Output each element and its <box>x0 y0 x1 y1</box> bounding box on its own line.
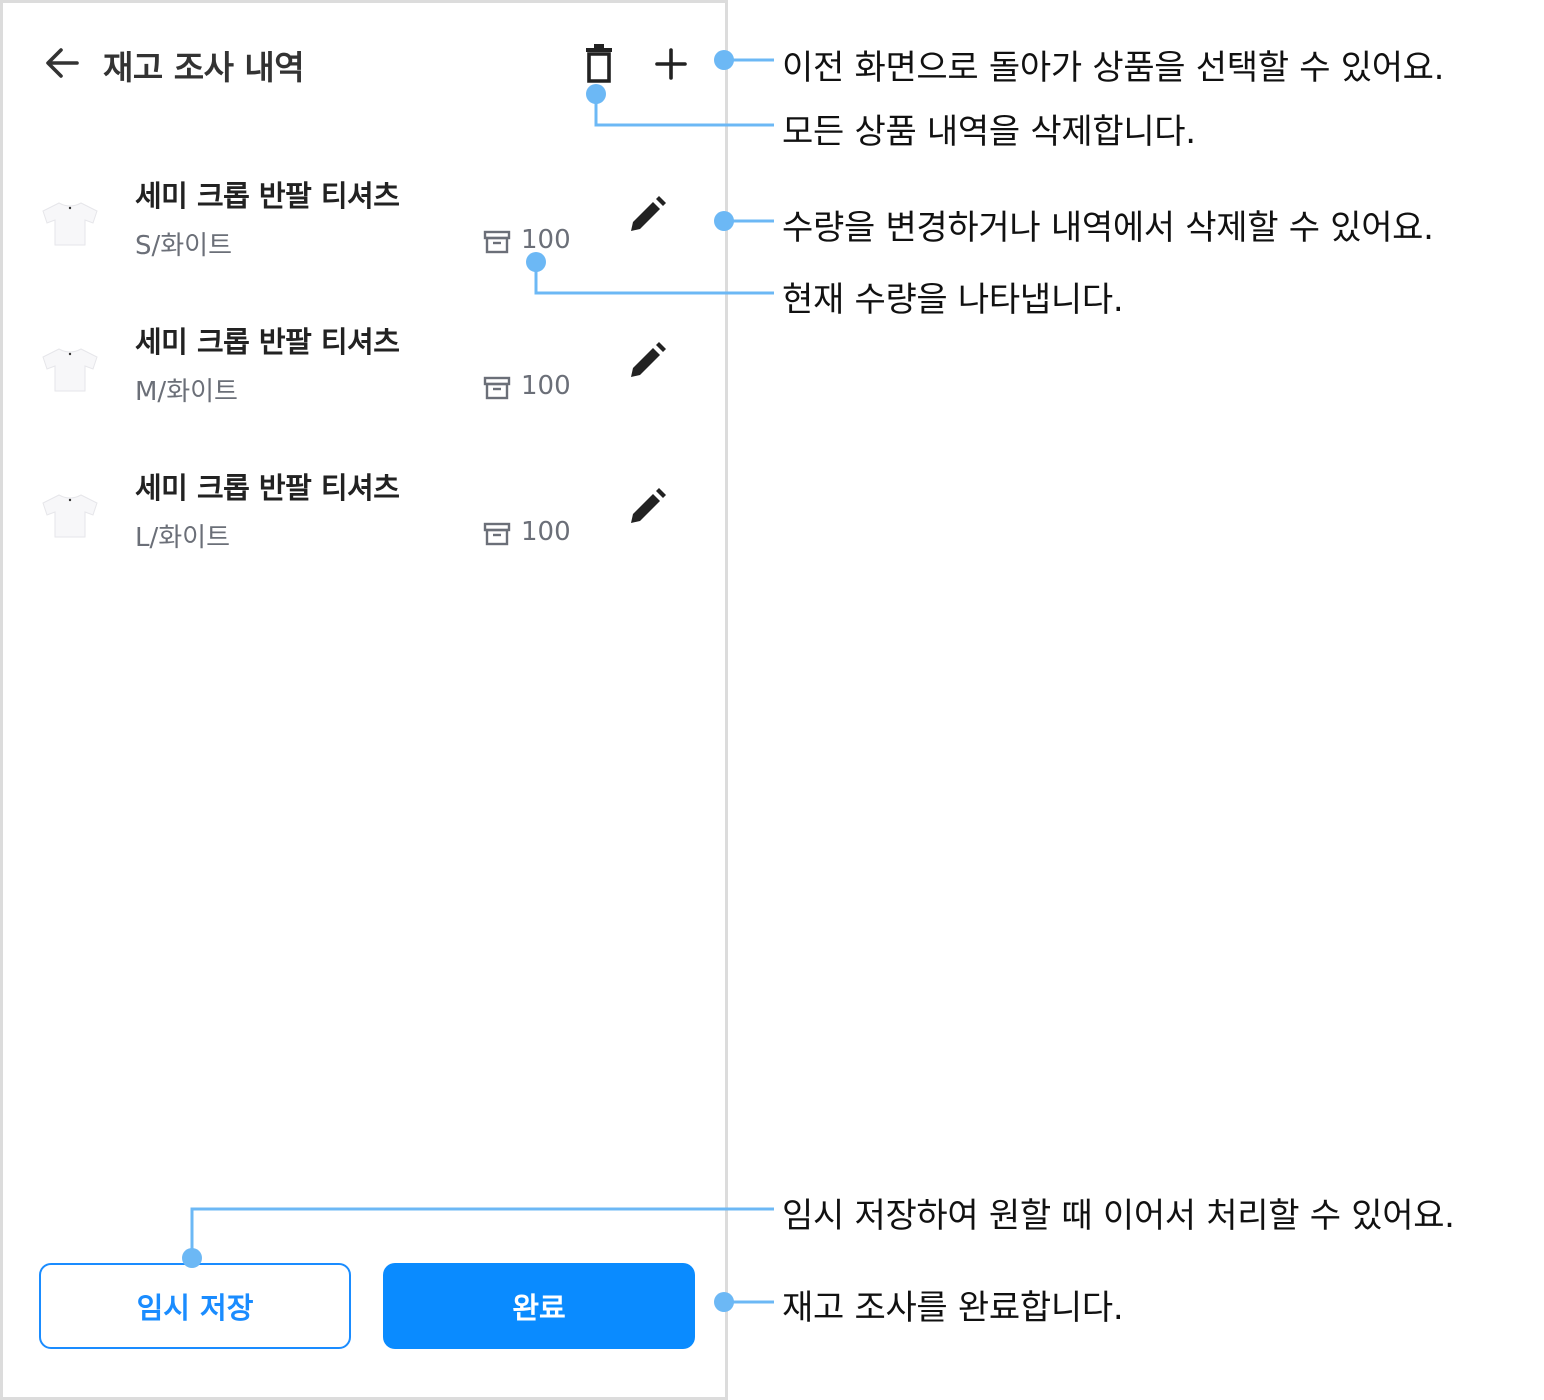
archive-box-icon <box>483 376 511 400</box>
note-quantity: 현재 수량을 나타냅니다. <box>782 280 1124 320</box>
top-app-bar: 재고 조사 내역 <box>3 3 725 123</box>
note-draft: 임시 저장하여 원할 때 이어서 처리할 수 있어요. <box>782 1196 1455 1236</box>
item-name: 세미 크롭 반팔 티셔츠 <box>135 325 400 359</box>
list-item[interactable]: 세미 크롭 반팔 티셔츠 S/화이트 100 <box>3 173 725 293</box>
tshirt-thumbnail <box>42 494 98 538</box>
arrow-left-icon <box>46 48 79 78</box>
list-item[interactable]: 세미 크롭 반팔 티셔츠 L/화이트 100 <box>3 465 725 585</box>
pencil-icon <box>631 342 666 377</box>
item-name: 세미 크롭 반팔 티셔츠 <box>135 179 400 213</box>
pencil-icon <box>631 488 666 523</box>
page-title: 재고 조사 내역 <box>103 48 305 87</box>
edit-button[interactable] <box>625 339 669 383</box>
delete-all-button[interactable] <box>581 43 617 85</box>
archive-box-icon <box>483 522 511 546</box>
plus-icon <box>655 48 687 80</box>
item-quantity: 100 <box>521 517 571 547</box>
add-item-button[interactable] <box>653 46 689 82</box>
note-edit: 수량을 변경하거나 내역에서 삭제할 수 있어요. <box>782 208 1434 248</box>
save-draft-button[interactable]: 임시 저장 <box>39 1263 351 1349</box>
item-quantity: 100 <box>521 371 571 401</box>
item-quantity: 100 <box>521 225 571 255</box>
tshirt-thumbnail <box>42 202 98 246</box>
pencil-icon <box>631 196 666 231</box>
tshirt-thumbnail <box>42 348 98 392</box>
list-item[interactable]: 세미 크롭 반팔 티셔츠 M/화이트 100 <box>3 319 725 439</box>
item-option: M/화이트 <box>135 377 238 407</box>
note-add: 이전 화면으로 돌아가 상품을 선택할 수 있어요. <box>782 48 1445 88</box>
complete-button[interactable]: 완료 <box>383 1263 695 1349</box>
app-screen: 재고 조사 내역 세미 크롭 반팔 티셔츠 S/화이트 100 세미 크롭 반팔… <box>0 0 728 1400</box>
item-name: 세미 크롭 반팔 티셔츠 <box>135 471 400 505</box>
trash-icon <box>586 44 612 83</box>
item-option: S/화이트 <box>135 231 233 261</box>
edit-button[interactable] <box>625 485 669 529</box>
item-option: L/화이트 <box>135 523 231 553</box>
archive-box-icon <box>483 230 511 254</box>
note-delete-all: 모든 상품 내역을 삭제합니다. <box>782 112 1196 152</box>
note-done: 재고 조사를 완료합니다. <box>782 1288 1124 1328</box>
edit-button[interactable] <box>625 193 669 237</box>
back-button[interactable] <box>41 43 85 83</box>
